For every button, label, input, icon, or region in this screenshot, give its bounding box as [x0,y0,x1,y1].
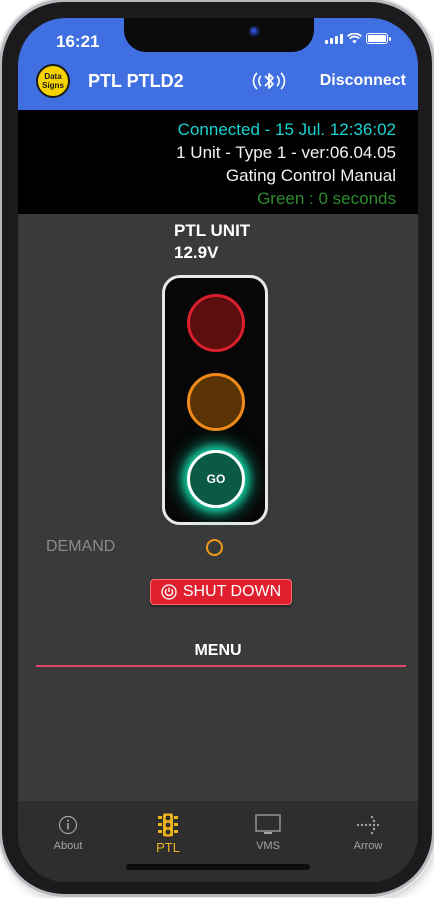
signal-state: Green : 0 seconds [257,189,396,208]
go-label: GO [206,472,226,486]
traffic-light-signal: GO [162,275,268,525]
power-icon [161,584,177,600]
unit-voltage: 12.9V [174,243,219,262]
green-go-lamp[interactable]: GO [187,450,245,508]
red-lamp[interactable] [187,294,245,352]
connection-info-panel: Connected - 15 Jul. 12:36:02 1 Unit - Ty… [18,110,418,214]
shutdown-label: SHUT DOWN [182,583,282,600]
arrow-board-icon [356,815,380,835]
tab-about-label: About [53,840,83,852]
battery-icon [366,33,391,44]
status-icons [325,33,391,44]
app-screen: 16:21 Data Signs PTL PTLD2 Disconnect Co… [18,18,418,882]
unit-label: PTL UNIT 12.9V [174,220,250,264]
app-title: PTL PTLD2 [88,71,184,91]
tab-about[interactable]: About [18,801,118,882]
menu-title: MENU [194,642,242,659]
traffic-light-icon [158,813,178,837]
data-signs-logo: Data Signs [36,64,70,98]
disconnect-button[interactable]: Disconnect [320,72,406,90]
tab-arrow[interactable]: Arrow [318,801,418,882]
control-mode: Gating Control Manual [225,166,396,185]
tab-arrow-label: Arrow [353,840,383,852]
info-icon [58,815,78,835]
shutdown-button[interactable]: SHUT DOWN [150,579,292,605]
phone-frame: 16:21 Data Signs PTL PTLD2 Disconnect Co… [2,2,432,894]
status-time: 16:21 [56,32,100,51]
demand-indicator[interactable] [206,539,223,556]
wifi-icon [347,33,362,44]
app-bar: Data Signs PTL PTLD2 Disconnect [18,58,418,110]
cellular-signal-icon [325,34,343,44]
bluetooth-icon [252,72,286,90]
logo-text-line2: Signs [42,81,64,90]
unit-info: 1 Unit - Type 1 - ver:06.04.05 [176,143,396,162]
tab-vms-label: VMS [256,840,280,852]
camera-icon [249,26,261,38]
monitor-icon [255,814,281,834]
tab-ptl-label: PTL [156,840,180,855]
home-indicator[interactable] [126,864,310,870]
demand-label: DEMAND [46,538,116,555]
menu-divider [36,665,406,667]
unit-name: PTL UNIT [174,221,251,240]
logo-text-line1: Data [44,72,62,81]
connection-status: Connected - 15 Jul. 12:36:02 [177,120,396,139]
device-notch [124,18,314,52]
amber-lamp[interactable] [187,373,245,431]
